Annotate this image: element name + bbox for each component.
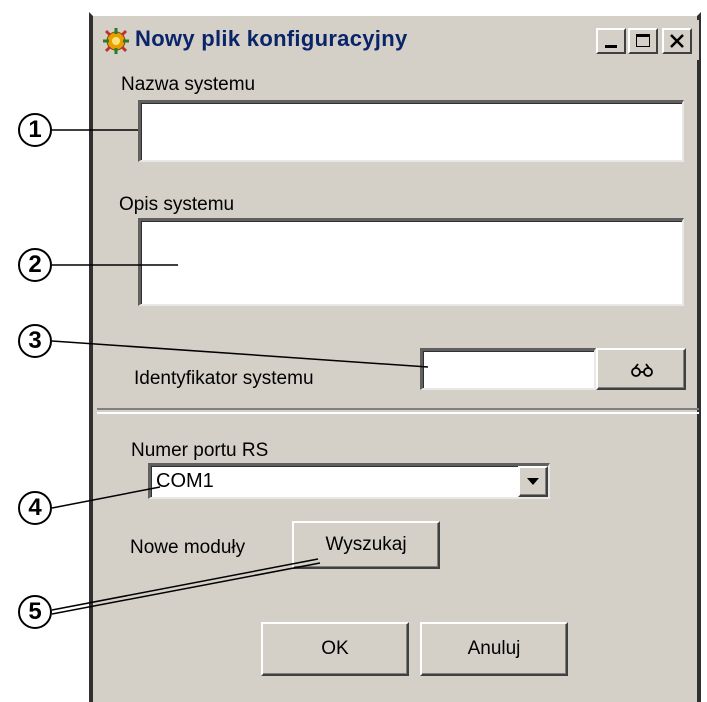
callout-1: 1 — [18, 113, 52, 147]
callout-lines — [51, 129, 429, 615]
callout-3: 3 — [18, 324, 52, 358]
callout-2: 2 — [18, 248, 52, 282]
callout-4: 4 — [18, 491, 52, 525]
callout-5: 5 — [18, 595, 52, 629]
